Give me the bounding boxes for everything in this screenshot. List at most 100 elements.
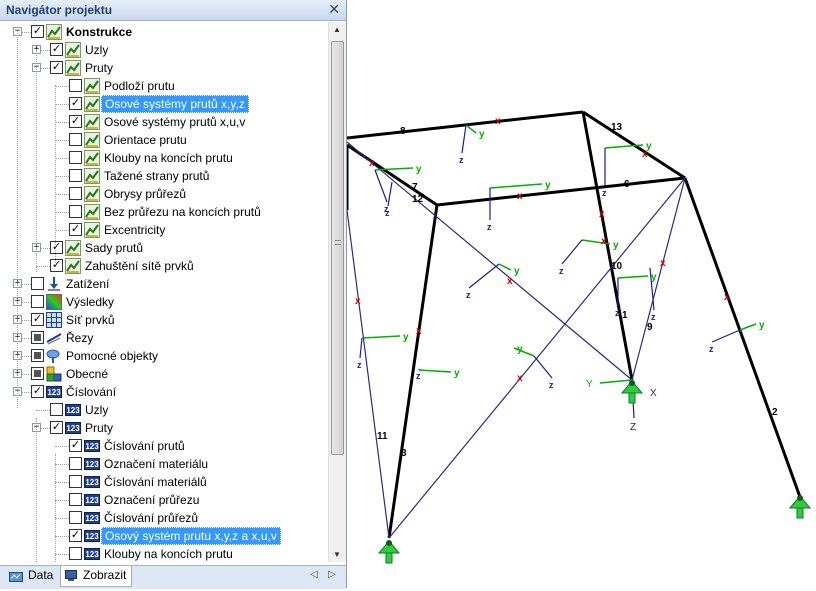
checkbox[interactable]: ✓ — [50, 241, 63, 254]
checkbox[interactable]: ✓ — [31, 385, 44, 398]
structure-3d-view[interactable]: 123678910111213yzyzyzyzyzyzyz zyzyzyzyzzx… — [345, 0, 816, 588]
close-icon[interactable]: ✕ — [328, 1, 340, 18]
vertical-scrollbar[interactable]: ▲ ▼ — [328, 22, 346, 562]
checkbox[interactable] — [69, 547, 82, 560]
tree-item-vysledky[interactable]: + Výsledky — [0, 293, 327, 311]
checkbox[interactable]: ✓ — [50, 421, 63, 434]
checkbox[interactable]: ✓ — [31, 25, 44, 38]
checkbox[interactable]: ✓ — [50, 259, 63, 272]
z-axis-label: z — [549, 380, 554, 390]
numbering-icon: 123 — [84, 510, 100, 526]
scrollbar-thumb[interactable] — [331, 41, 344, 455]
tab-next-icon[interactable]: ▷ — [328, 569, 336, 580]
model-viewport[interactable]: 1 2 3 6 7 8 9 10 11 12 13 y z y z y z y z y z y z y z z y z y z y z y z z x… — [345, 0, 816, 588]
z-axis-label: z — [651, 312, 656, 322]
tree-item-pruty[interactable]: − ✓ 123 Pruty — [0, 419, 327, 437]
tree-item-osove-systemy-prutu-x-u-v[interactable]: ✓ Osové systémy prutů x,u,v — [0, 113, 327, 131]
member-11 — [346, 209, 390, 539]
y-axis-label: y — [403, 332, 409, 343]
tree-item-orientace-prutu[interactable]: Orientace prutu — [0, 131, 327, 149]
tree-item-zatizeni[interactable]: + Zatížení — [0, 275, 327, 293]
tree-item-podlozi-prutu[interactable]: Podloží prutu — [0, 77, 327, 95]
member-number-label: 6 — [624, 179, 630, 190]
tree-item-uzly[interactable]: + ✓ Uzly — [0, 41, 327, 59]
checkbox[interactable] — [69, 187, 82, 200]
tab-prev-icon[interactable]: ◁ — [310, 569, 318, 580]
checkbox[interactable] — [31, 295, 44, 308]
tree-item-obecne[interactable]: + Obecné — [0, 365, 327, 383]
checkbox[interactable] — [31, 349, 44, 362]
tree-item-label: Zatížení — [66, 277, 110, 291]
tree-item-excentricity[interactable]: ✓ Excentricity — [0, 221, 327, 239]
svg-text:123: 123 — [85, 514, 99, 523]
tab-data[interactable]: Data — [6, 566, 58, 586]
y-axis-label: y — [514, 266, 520, 277]
checkbox[interactable] — [69, 133, 82, 146]
checkbox[interactable]: ✓ — [69, 97, 82, 110]
checkbox[interactable] — [31, 331, 44, 344]
checkbox[interactable] — [50, 403, 63, 416]
tree-item-bez-prurezu-na-koncich-prutu[interactable]: Bez průřezu na koncích prutů — [0, 203, 327, 221]
checkbox[interactable]: ✓ — [50, 61, 63, 74]
tree-item-cislovani-prurezu[interactable]: 123 Číslování průřezů — [0, 509, 327, 527]
checkbox[interactable] — [69, 457, 82, 470]
checkbox[interactable]: ✓ — [69, 115, 82, 128]
node-icon — [797, 495, 803, 501]
tree-connector — [55, 176, 69, 177]
tree-item-pruty[interactable]: − ✓ Pruty — [0, 59, 327, 77]
scroll-up-icon[interactable]: ▲ — [333, 25, 341, 34]
tree-item-sady-prutu[interactable]: + ✓ Sady prutů — [0, 239, 327, 257]
tree-item-pomocne-objekty[interactable]: + Pomocné objekty — [0, 347, 327, 365]
tree-item-klouby-na-koncich-prutu[interactable]: 123 Klouby na koncích prutu — [0, 545, 327, 562]
scroll-down-icon[interactable]: ▼ — [333, 550, 341, 559]
checkbox[interactable] — [69, 475, 82, 488]
checkbox[interactable] — [69, 79, 82, 92]
tree-item-obrysy-prurezu[interactable]: Obrysy průřezů — [0, 185, 327, 203]
checkbox[interactable] — [31, 277, 44, 290]
checkbox[interactable] — [69, 151, 82, 164]
checkbox[interactable] — [69, 493, 82, 506]
z-axis-arrow — [359, 337, 363, 359]
results-icon — [46, 294, 62, 310]
checkbox[interactable]: ✓ — [31, 313, 44, 326]
eccentricity-marker: x — [369, 158, 375, 169]
tree-item-tazene-strany-prutu[interactable]: Tažené strany prutů — [0, 167, 327, 185]
checkbox[interactable]: ✓ — [69, 223, 82, 236]
checkbox[interactable]: ✓ — [69, 439, 82, 452]
member-number-label: 3 — [401, 448, 407, 459]
tree-connector — [55, 212, 69, 213]
checkbox[interactable] — [69, 169, 82, 182]
z-axis-arrow — [561, 239, 583, 265]
tree-connector — [55, 518, 69, 519]
tree-item-zahusteni-site-prvku[interactable]: ✓ Zahuštění sítě prvků — [0, 257, 327, 275]
tree-item-oznaceni-materialu[interactable]: 123 Označení materiálu — [0, 455, 327, 473]
structure-icon — [84, 150, 100, 166]
tree-item-cislovani-prutu[interactable]: ✓ 123 Číslování prutů — [0, 437, 327, 455]
tab-display[interactable]: Zobrazit — [60, 566, 133, 587]
tree-item-rezy[interactable]: + Řezy — [0, 329, 327, 347]
tree-item-label: Síť prvků — [66, 313, 115, 327]
z-axis-label: z — [487, 222, 492, 232]
tree-item-konstrukce[interactable]: − ✓ Konstrukce — [0, 23, 327, 41]
checkbox[interactable]: ✓ — [50, 43, 63, 56]
tree-item-label: Osové systémy prutů x,u,v — [104, 115, 246, 129]
tree-item-osovy-system-prutu-x-y-z-a-x-u-v[interactable]: ✓ 123 Osový systém prutu x,y,z a x,u,v — [0, 527, 327, 545]
tree-item-cislovani-materialu[interactable]: 123 Číslování materiálů — [0, 473, 327, 491]
tree-item-sit-prvku[interactable]: + ✓ Síť prvků — [0, 311, 327, 329]
svg-text:123: 123 — [66, 406, 80, 415]
node-icon — [629, 380, 635, 386]
tree-item-osove-systemy-prutu-x-y-z[interactable]: ✓ Osové systémy prutů x,y,z — [0, 95, 327, 113]
checkbox[interactable] — [69, 205, 82, 218]
tree-item-klouby-na-koncich-prutu[interactable]: Klouby na koncích prutu — [0, 149, 327, 167]
tree-item-oznaceni-prurezu[interactable]: 123 Označení průřezu — [0, 491, 327, 509]
tree-item-label: Pomocné objekty — [66, 349, 159, 363]
guide-objects-icon — [46, 348, 62, 364]
checkbox[interactable]: ✓ — [69, 529, 82, 542]
checkbox[interactable] — [69, 511, 82, 524]
z-axis-arrow — [374, 169, 388, 203]
tree-item-label: Označení průřezu — [104, 493, 200, 507]
tree-item-cislovani[interactable]: − ✓ 123 Číslování — [0, 383, 327, 401]
tree-item-uzly[interactable]: 123 Uzly — [0, 401, 327, 419]
checkbox[interactable] — [31, 367, 44, 380]
svg-text:123: 123 — [85, 532, 99, 541]
